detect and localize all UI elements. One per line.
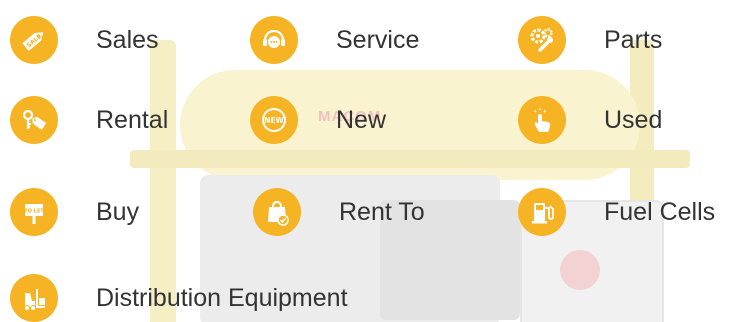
fuel-pump-icon [518,188,566,236]
pointing-hand-icon [518,96,566,144]
gears-wrench-icon [518,16,566,64]
sale-tag-icon: SALE [10,16,58,64]
link-rental-label: Rental [96,105,169,134]
link-service-label: Service [336,25,420,54]
chat-headset-icon [250,16,298,64]
sign-post-icon: TO LET [10,188,58,236]
link-used[interactable]: Used [518,96,662,144]
shopping-bag-check-icon [253,188,301,236]
svg-text:NEW: NEW [264,116,284,125]
keys-tag-icon [10,96,58,144]
link-buy-label: Buy [96,197,140,226]
link-parts-label: Parts [604,25,663,54]
link-service[interactable]: Service [250,16,419,64]
link-sales[interactable]: SALE Sales [10,16,159,64]
link-fuel-cells-label: Fuel Cells [604,197,716,226]
link-distribution-equipment-label: Distribution Equipment [96,283,348,312]
link-used-label: Used [604,105,663,134]
link-sales-label: Sales [96,25,159,54]
link-buy[interactable]: TO LET Buy [10,188,139,236]
link-new-label: New [336,105,387,134]
svg-text:TO LET: TO LET [24,209,44,215]
link-distribution-equipment[interactable]: Distribution Equipment [10,274,348,322]
link-fuel-cells[interactable]: Fuel Cells [518,188,715,236]
link-rent-to[interactable]: Rent To [253,188,425,236]
forklift-icon [10,274,58,322]
link-new[interactable]: NEW New [250,96,386,144]
link-rental[interactable]: Rental [10,96,168,144]
new-badge-icon: NEW [250,96,298,144]
link-parts[interactable]: Parts [518,16,662,64]
link-rent-to-label: Rent To [339,197,425,226]
